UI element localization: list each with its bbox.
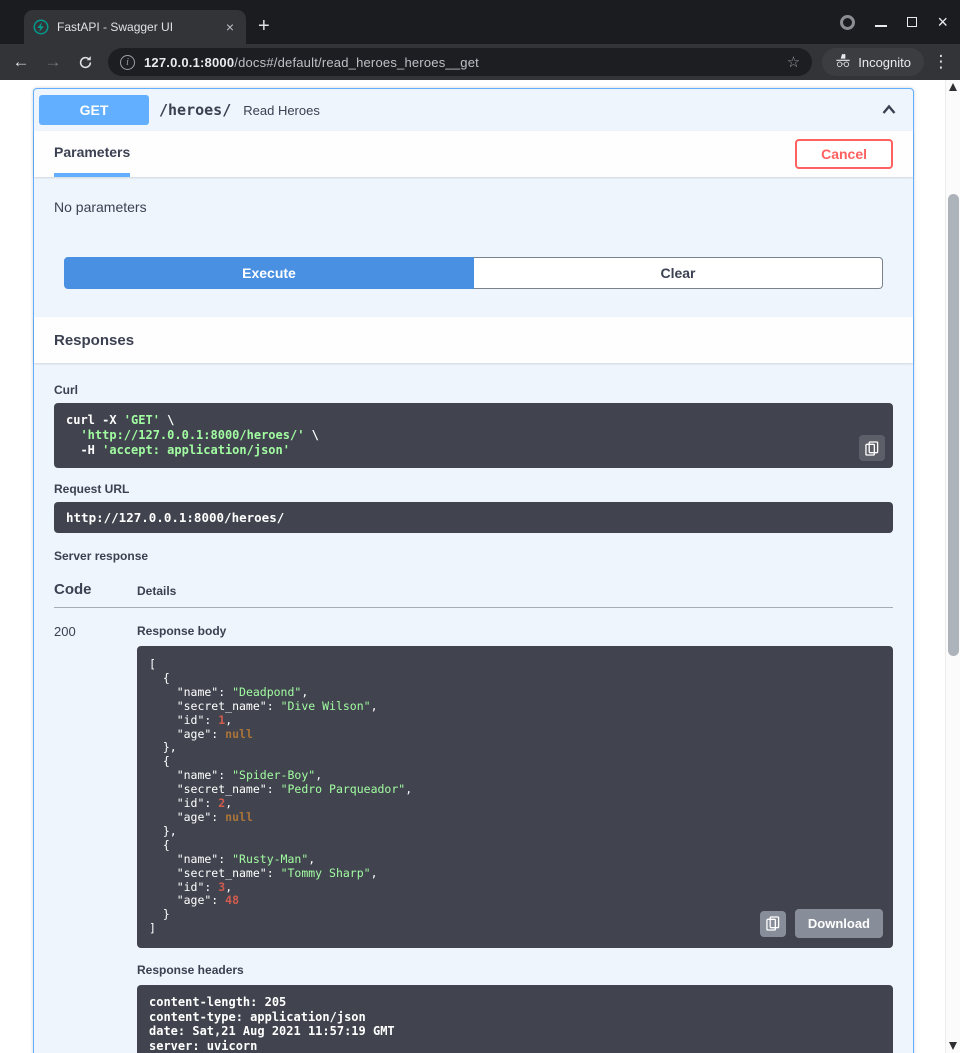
cancel-button[interactable]: Cancel bbox=[795, 139, 893, 169]
url-text: 127.0.0.1:8000/docs#/default/read_heroes… bbox=[144, 55, 778, 70]
response-body-block: [ { "name": "Deadpond", "secret_name": "… bbox=[137, 646, 893, 948]
response-headers-label: Response headers bbox=[137, 963, 893, 977]
fastapi-favicon-icon bbox=[33, 19, 49, 35]
download-button[interactable]: Download bbox=[795, 909, 883, 938]
clear-button[interactable]: Clear bbox=[474, 257, 883, 289]
response-details: Response body [ { "name": "Deadpond", "s… bbox=[137, 624, 893, 1053]
browser-tab[interactable]: FastAPI - Swagger UI × bbox=[24, 10, 246, 44]
chevron-up-icon[interactable] bbox=[879, 100, 899, 120]
responses-header: Responses bbox=[34, 317, 913, 363]
maximize-button[interactable] bbox=[907, 17, 917, 27]
operation-description: Read Heroes bbox=[243, 103, 869, 118]
browser-menu-icon[interactable]: ⋮ bbox=[930, 52, 952, 72]
curl-label: Curl bbox=[54, 383, 893, 397]
code-column-header: Code bbox=[54, 581, 137, 598]
response-headers-block: content-length: 205content-type: applica… bbox=[137, 985, 893, 1053]
scrollbar-down-arrow-icon[interactable] bbox=[949, 1042, 957, 1050]
operation-path: /heroes/ bbox=[159, 101, 231, 119]
details-column-header: Details bbox=[137, 584, 176, 598]
response-body-label: Response body bbox=[137, 624, 893, 638]
browser-toolbar: ← → i 127.0.0.1:8000/docs#/default/read_… bbox=[0, 44, 960, 80]
execute-button-group: Execute Clear bbox=[54, 257, 893, 289]
swagger-page: GET /heroes/ Read Heroes Parameters Canc… bbox=[0, 80, 945, 1053]
back-button[interactable]: ← bbox=[8, 49, 34, 75]
incognito-label: Incognito bbox=[858, 55, 911, 70]
response-body-actions: Download bbox=[760, 909, 883, 938]
response-table-header: Code Details bbox=[54, 569, 893, 608]
parameters-title: Parameters bbox=[54, 131, 130, 177]
new-tab-button[interactable]: + bbox=[258, 15, 270, 38]
url-bar[interactable]: i 127.0.0.1:8000/docs#/default/read_hero… bbox=[108, 48, 812, 76]
responses-title: Responses bbox=[54, 332, 134, 349]
reload-button[interactable] bbox=[72, 49, 98, 75]
request-url-value: http://127.0.0.1:8000/heroes/ bbox=[54, 502, 893, 533]
tab-search-icon[interactable] bbox=[840, 15, 855, 30]
response-row: 200 Response body [ { "name": "Deadpond"… bbox=[54, 608, 893, 1053]
scrollbar-up-arrow-icon[interactable] bbox=[949, 83, 957, 91]
copy-curl-icon[interactable] bbox=[859, 435, 885, 461]
response-headers-text: content-length: 205content-type: applica… bbox=[137, 985, 893, 1053]
tab-title: FastAPI - Swagger UI bbox=[57, 20, 215, 34]
parameters-body: No parameters Execute Clear bbox=[34, 177, 913, 317]
tab-close-icon[interactable]: × bbox=[223, 19, 237, 35]
browser-titlebar: FastAPI - Swagger UI × + × bbox=[0, 0, 960, 44]
operation-block-get-heroes: GET /heroes/ Read Heroes Parameters Canc… bbox=[33, 88, 914, 1053]
curl-code-block: curl -X 'GET' \ 'http://127.0.0.1:8000/h… bbox=[54, 403, 893, 468]
incognito-spy-icon bbox=[835, 53, 851, 72]
scrollbar-thumb[interactable] bbox=[948, 194, 959, 656]
response-body-json: [ { "name": "Deadpond", "secret_name": "… bbox=[137, 646, 893, 948]
close-button[interactable]: × bbox=[937, 14, 948, 30]
status-code: 200 bbox=[54, 624, 137, 1053]
incognito-badge: Incognito bbox=[822, 48, 924, 76]
request-url-block: http://127.0.0.1:8000/heroes/ bbox=[54, 502, 893, 533]
responses-body: Curl curl -X 'GET' \ 'http://127.0.0.1:8… bbox=[34, 363, 913, 1053]
request-url-label: Request URL bbox=[54, 482, 893, 496]
page-viewport: GET /heroes/ Read Heroes Parameters Canc… bbox=[0, 80, 960, 1053]
minimize-button[interactable] bbox=[875, 25, 887, 27]
curl-command: curl -X 'GET' \ 'http://127.0.0.1:8000/h… bbox=[54, 403, 893, 468]
window-controls: × bbox=[840, 0, 948, 44]
server-response-label: Server response bbox=[54, 549, 893, 563]
bookmark-star-icon[interactable]: ☆ bbox=[787, 53, 800, 71]
no-parameters-text: No parameters bbox=[54, 197, 893, 215]
forward-button[interactable]: → bbox=[40, 49, 66, 75]
method-badge: GET bbox=[39, 95, 149, 125]
page-info-icon[interactable]: i bbox=[120, 55, 135, 70]
parameters-header: Parameters Cancel bbox=[34, 131, 913, 177]
browser-window: FastAPI - Swagger UI × + × ← → i 127.0.0… bbox=[0, 0, 960, 1053]
page-scrollbar[interactable] bbox=[945, 80, 960, 1053]
operation-summary[interactable]: GET /heroes/ Read Heroes bbox=[34, 89, 913, 131]
execute-button[interactable]: Execute bbox=[64, 257, 474, 289]
copy-response-icon[interactable] bbox=[760, 911, 786, 937]
